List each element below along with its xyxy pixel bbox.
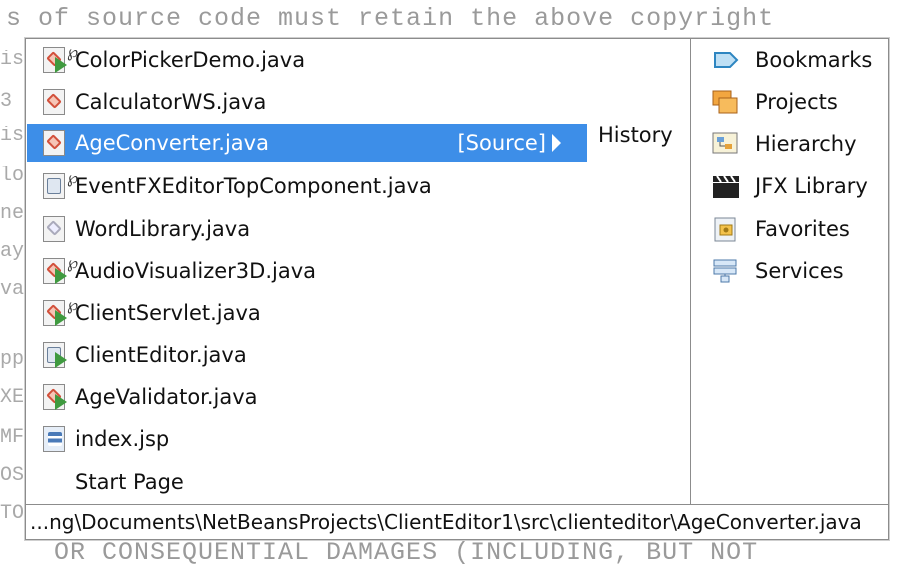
file-item-audiovisualizer3d[interactable]: ℘ AudioVisualizer3D.java <box>27 252 689 290</box>
favorites-icon <box>711 215 741 243</box>
code-line-top: s of source code must retain the above c… <box>6 4 775 33</box>
file-item-label: CalculatorWS.java <box>75 90 267 114</box>
java-run-file-icon: ℘ <box>41 253 78 285</box>
file-item-label: ColorPickerDemo.java <box>75 48 306 72</box>
gutter-11: MF <box>0 428 25 448</box>
file-item-label: index.jsp <box>75 427 170 451</box>
gutter-13: TO <box>0 504 25 524</box>
window-item-projects[interactable]: Projects <box>691 81 888 123</box>
gutter-1: is <box>0 50 25 70</box>
form-file-icon <box>41 341 69 369</box>
submenu-arrow-icon <box>552 134 561 152</box>
file-item-label: AgeValidator.java <box>75 385 258 409</box>
link-icon: ℘ <box>67 295 79 314</box>
file-item-label: AgeConverter.java <box>75 131 269 155</box>
gutter-10: XE <box>0 388 25 408</box>
source-submenu-tag[interactable]: [Source] <box>457 124 561 162</box>
gutter-6: ay <box>0 242 25 262</box>
open-documents-list: ℘ ColorPickerDemo.java CalculatorWS.java… <box>26 39 690 504</box>
gutter-2: 3 <box>0 92 13 112</box>
document-switcher-popup: ℘ ColorPickerDemo.java CalculatorWS.java… <box>25 38 889 540</box>
java-plain-file-icon <box>41 215 69 243</box>
window-item-label: Services <box>755 259 844 283</box>
file-item-label: Start Page <box>75 470 184 494</box>
file-item-clientservlet[interactable]: ℘ ClientServlet.java <box>27 294 689 332</box>
window-item-label: Projects <box>755 90 838 114</box>
gutter-12: OS <box>0 466 25 486</box>
java-run-file-icon <box>41 383 69 411</box>
java-file-icon <box>41 129 69 157</box>
file-item-agevalidator[interactable]: AgeValidator.java <box>27 378 689 416</box>
gutter-7: va <box>0 280 25 300</box>
window-item-favorites[interactable]: Favorites <box>691 208 888 250</box>
source-label: [Source] <box>457 131 546 155</box>
java-file-icon <box>41 88 69 116</box>
window-item-services[interactable]: Services <box>691 250 888 292</box>
file-item-eventfxeditortopcomponent[interactable]: ℘ EventFXEditorTopComponent.java <box>27 167 689 205</box>
file-item-start-page[interactable]: Start Page <box>27 463 689 501</box>
window-item-bookmarks[interactable]: Bookmarks <box>691 39 888 81</box>
link-icon: ℘ <box>67 42 79 61</box>
services-icon <box>711 257 741 285</box>
file-item-label: ClientEditor.java <box>75 343 247 367</box>
clapperboard-icon <box>711 172 741 200</box>
gutter-4: lo <box>0 166 25 186</box>
gutter-5: ne <box>0 204 25 224</box>
file-item-wordlibrary[interactable]: WordLibrary.java <box>27 210 689 248</box>
gutter-9: pp <box>0 350 25 370</box>
hierarchy-icon <box>711 130 741 158</box>
tool-windows-list: Bookmarks Projects Hierarchy JFX Library… <box>691 39 888 504</box>
form-file-icon: ℘ <box>41 168 78 200</box>
projects-icon <box>711 88 741 116</box>
file-item-label: AudioVisualizer3D.java <box>75 259 316 283</box>
file-item-label: WordLibrary.java <box>75 217 251 241</box>
file-item-index-jsp[interactable]: index.jsp <box>27 420 689 458</box>
window-item-label: Bookmarks <box>755 48 873 72</box>
file-item-label: ClientServlet.java <box>75 301 261 325</box>
window-item-label: Hierarchy <box>755 132 857 156</box>
window-item-label: JFX Library <box>755 174 868 198</box>
link-icon: ℘ <box>67 253 79 272</box>
window-item-jfx-library[interactable]: JFX Library <box>691 165 888 207</box>
file-item-label: EventFXEditorTopComponent.java <box>75 174 432 198</box>
bookmark-icon <box>711 46 741 74</box>
java-run-file-icon: ℘ <box>41 295 78 327</box>
file-item-calculatorws[interactable]: CalculatorWS.java <box>27 83 689 121</box>
window-item-hierarchy[interactable]: Hierarchy <box>691 123 888 165</box>
file-item-ageconverter[interactable]: AgeConverter.java [Source] <box>27 124 587 162</box>
link-icon: ℘ <box>67 168 79 187</box>
file-path-bar: ...ng\Documents\NetBeansProjects\ClientE… <box>26 504 888 539</box>
java-run-file-icon: ℘ <box>41 42 78 74</box>
jsp-file-icon <box>41 425 69 453</box>
gutter-3: is <box>0 126 25 146</box>
window-item-label: Favorites <box>755 217 850 241</box>
file-item-clienteditor[interactable]: ClientEditor.java <box>27 336 689 374</box>
file-item-colorpickerdemo[interactable]: ℘ ColorPickerDemo.java <box>27 41 689 79</box>
history-submenu-item[interactable]: History <box>598 123 673 147</box>
